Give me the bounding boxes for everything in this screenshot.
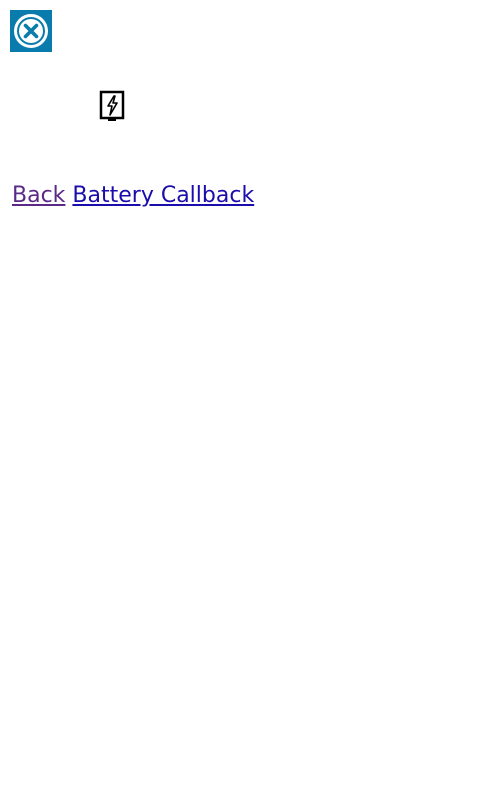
close-circle-icon [14, 14, 48, 48]
back-link[interactable]: Back [12, 183, 65, 208]
close-button[interactable] [10, 10, 52, 52]
battery-charging-icon [99, 90, 125, 122]
battery-callback-link[interactable]: Battery Callback [72, 183, 254, 208]
nav-links: Back Battery Callback [12, 181, 254, 211]
